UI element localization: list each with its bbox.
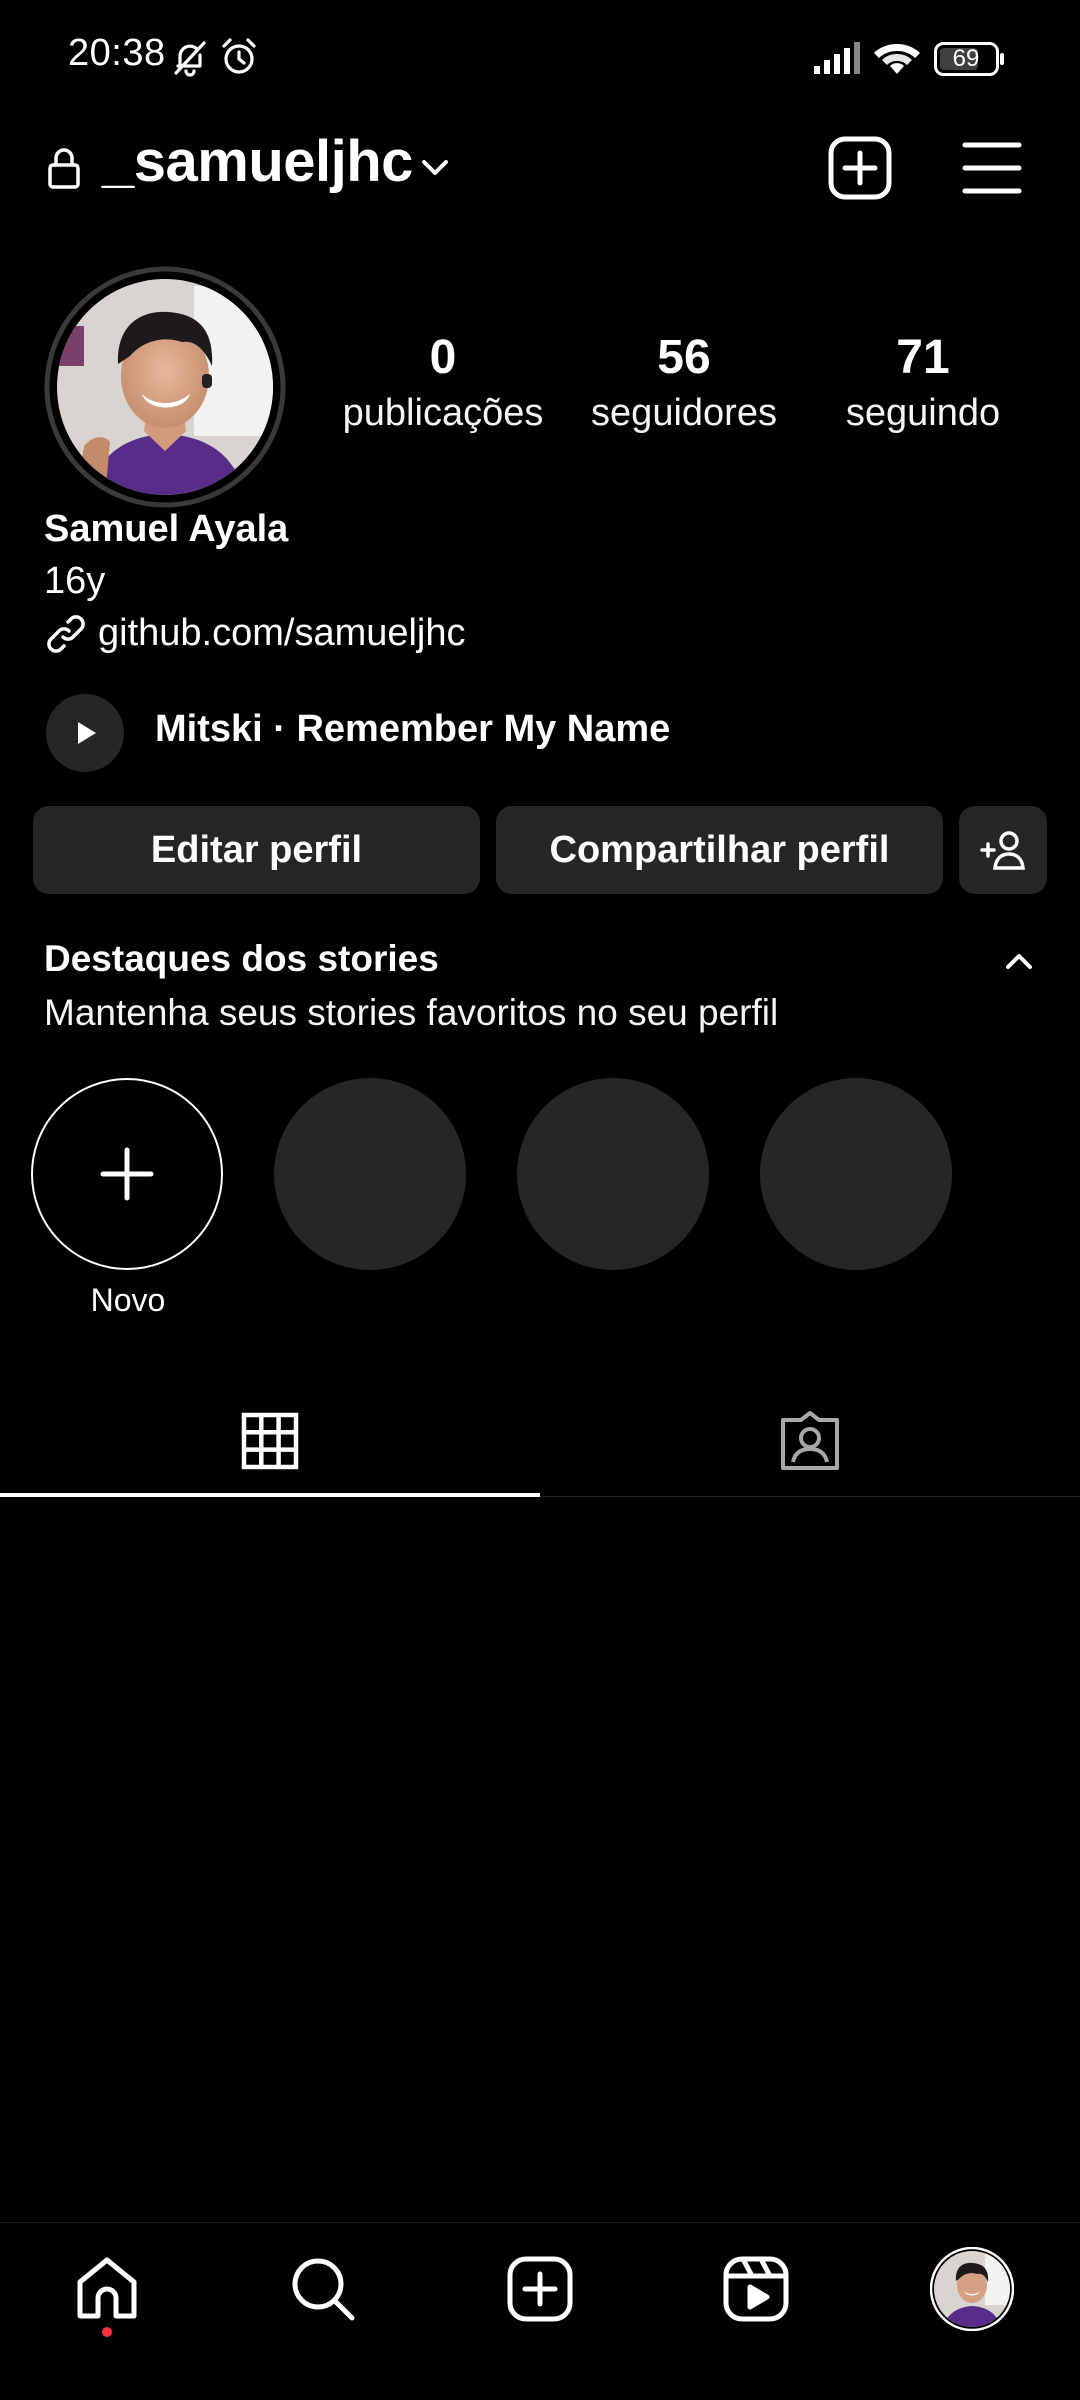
discover-people-button[interactable] <box>959 806 1047 894</box>
alarm-icon <box>218 36 260 78</box>
active-tab-indicator <box>0 1493 540 1497</box>
chevron-up-icon[interactable] <box>1002 946 1036 976</box>
status-time: 20:38 <box>68 32 166 74</box>
bottom-nav-divider <box>0 2222 1080 2223</box>
lock-icon <box>46 146 82 190</box>
highlights-title: Destaques dos stories <box>44 938 439 979</box>
reels-icon[interactable] <box>723 2256 789 2322</box>
stat-following-value: 71 <box>896 331 950 384</box>
search-icon[interactable] <box>290 2256 356 2322</box>
share-profile-button[interactable]: Compartilhar perfil <box>496 806 943 894</box>
stat-posts-label: publicações <box>342 392 544 434</box>
highlight-placeholder <box>274 1078 466 1270</box>
battery-level: 69 <box>952 45 980 72</box>
new-highlight-label: Novo <box>90 1282 166 1318</box>
stat-posts[interactable]: 0 publicações <box>330 330 556 438</box>
home-icon[interactable] <box>74 2256 140 2322</box>
add-person-icon <box>980 831 1025 870</box>
highlight-placeholder <box>760 1078 952 1270</box>
battery-icon: 69 <box>934 42 1004 76</box>
music-play-button[interactable] <box>46 694 124 772</box>
create-plus-icon[interactable] <box>828 136 892 200</box>
stat-following[interactable]: 71 seguindo <box>826 330 1020 438</box>
play-icon <box>78 722 96 744</box>
plus-icon <box>100 1147 154 1201</box>
stat-followers[interactable]: 56 seguidores <box>576 330 792 438</box>
stat-followers-value: 56 <box>657 331 711 384</box>
link-icon <box>44 612 88 656</box>
highlight-placeholder <box>517 1078 709 1270</box>
edit-profile-button[interactable]: Editar perfil <box>33 806 480 894</box>
profile-music[interactable]: Mitski · Remember My Name <box>155 708 670 751</box>
chevron-down-icon[interactable] <box>418 150 452 184</box>
bell-muted-icon <box>170 38 210 78</box>
tab-tagged[interactable] <box>540 1390 1080 1492</box>
profile-link[interactable]: github.com/samueljhc <box>98 612 466 655</box>
profile-name: Samuel Ayala <box>44 508 289 550</box>
notification-dot <box>102 2327 112 2337</box>
tab-grid[interactable] <box>0 1390 540 1492</box>
stat-followers-label: seguidores <box>591 392 777 434</box>
grid-icon <box>241 1412 299 1470</box>
profile-tab-avatar[interactable] <box>930 2247 1014 2331</box>
highlights-subtitle: Mantenha seus stories favoritos no seu p… <box>44 992 779 1033</box>
stat-posts-value: 0 <box>429 331 457 384</box>
menu-icon[interactable] <box>962 140 1022 196</box>
create-icon[interactable] <box>507 2256 573 2322</box>
stat-following-label: seguindo <box>845 392 1001 434</box>
signal-icon <box>812 38 862 76</box>
tagged-icon <box>781 1411 839 1470</box>
account-username[interactable]: _samueljhc <box>102 128 413 195</box>
profile-avatar[interactable] <box>44 266 286 508</box>
wifi-icon <box>872 36 922 76</box>
profile-bio: 16y <box>44 560 106 602</box>
new-highlight-button[interactable] <box>31 1078 223 1270</box>
